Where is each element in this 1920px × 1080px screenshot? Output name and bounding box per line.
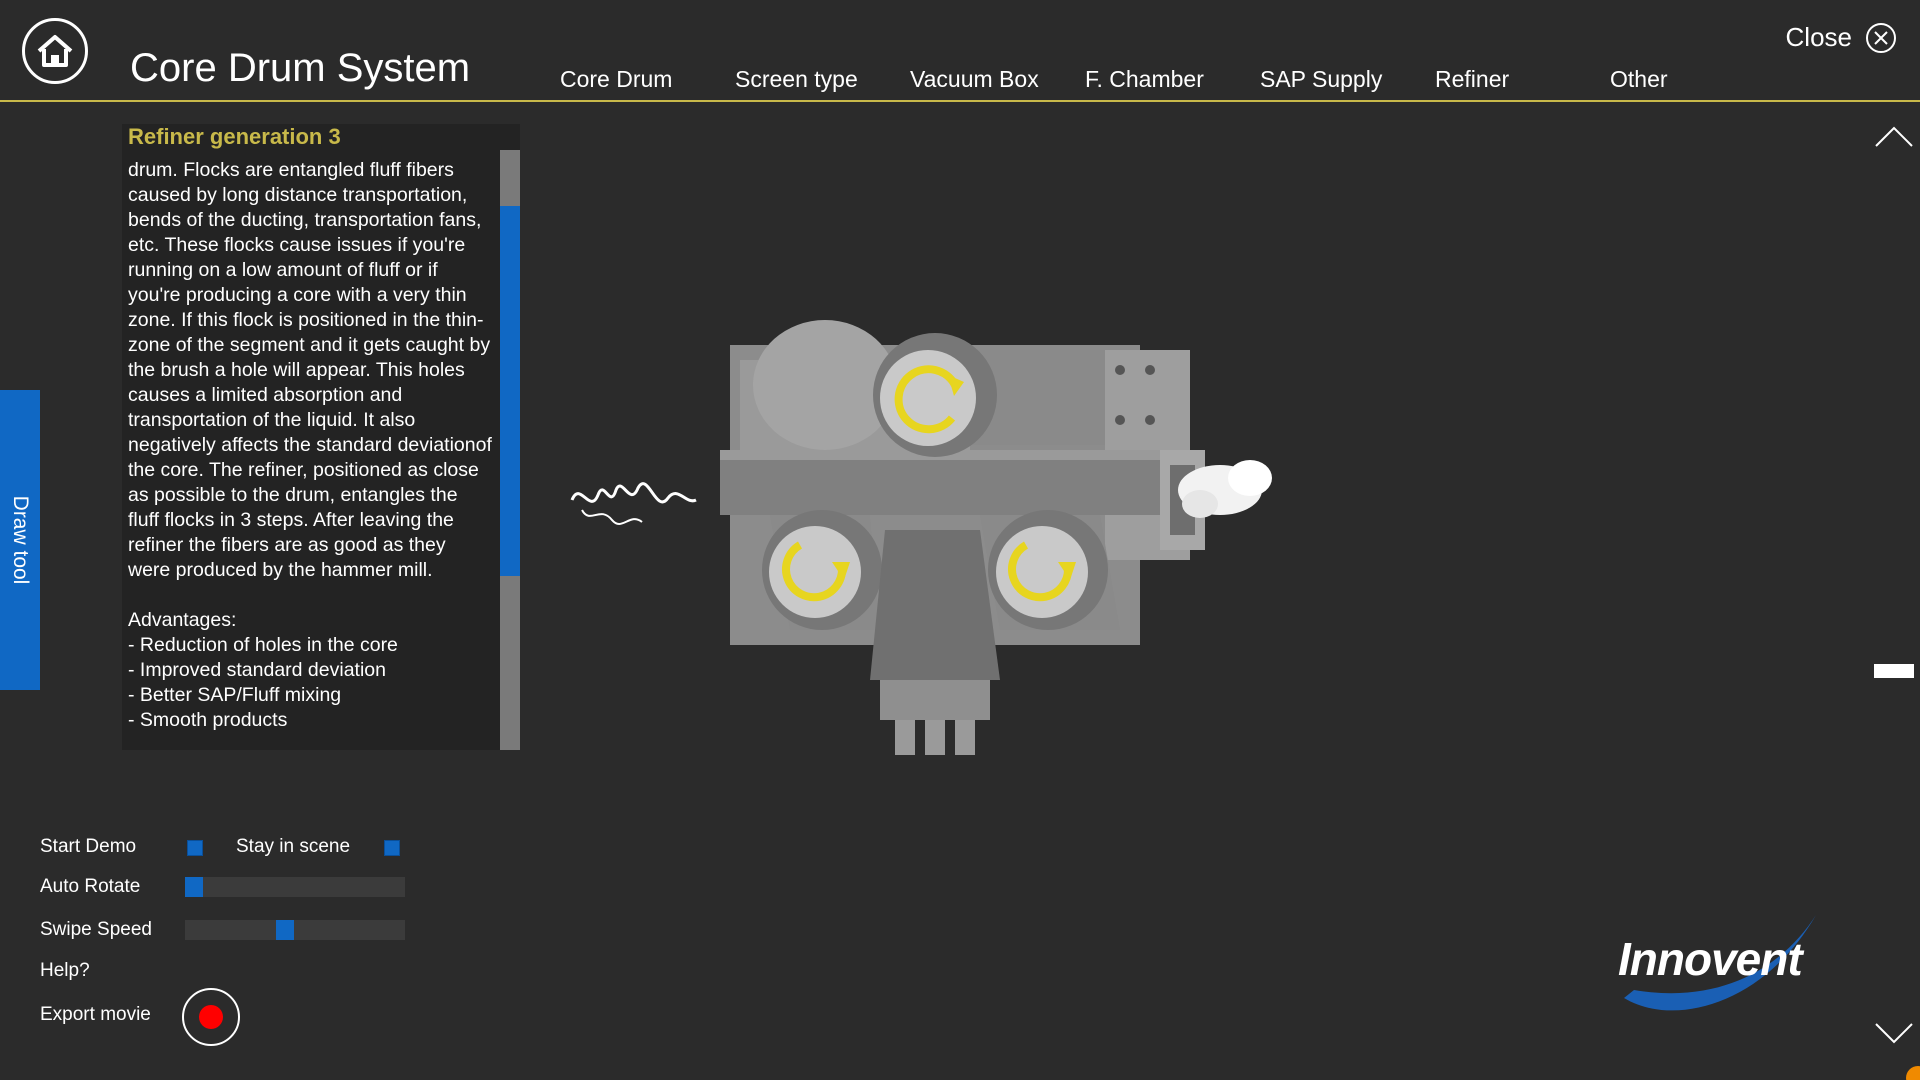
home-icon [37,35,73,67]
swipe-speed-label: Swipe Speed [40,919,152,940]
export-movie-button[interactable] [182,988,240,1046]
panel-scroll-thumb[interactable] [500,206,520,576]
machine-viewport[interactable] [560,300,1340,770]
draw-tool-tab[interactable]: Draw tool [0,390,40,690]
start-demo-checkbox[interactable] [187,840,203,856]
close-button[interactable]: Close [1786,22,1896,53]
panel-body[interactable]: drum. Flocks are entangled fluff fibers … [128,150,492,750]
auto-rotate-slider[interactable] [185,877,405,897]
tab-core-drum[interactable]: Core Drum [560,66,672,93]
panel-text: drum. Flocks are entangled fluff fibers … [128,159,492,731]
scroll-up-button[interactable] [1874,124,1914,153]
tab-sap-supply[interactable]: SAP Supply [1260,66,1382,93]
stay-in-scene-label: Stay in scene [236,836,351,857]
tab-refiner[interactable]: Refiner [1435,66,1509,93]
corner-indicator [1906,1066,1920,1080]
panel-title: Refiner generation 3 [128,124,341,149]
info-panel: Refiner generation 3 drum. Flocks are en… [122,124,520,750]
draw-tool-label: Draw tool [9,495,32,585]
tab-screen-type[interactable]: Screen type [735,66,858,93]
logo-text: Innovent [1618,933,1803,985]
help-link[interactable]: Help? [40,960,90,982]
swipe-speed-thumb[interactable] [276,920,294,940]
export-movie-label: Export movie [40,1004,151,1025]
app-root: Core Drum System Core Drum Screen type V… [0,0,1920,1080]
side-position-marker[interactable] [1874,664,1914,678]
swipe-speed-slider[interactable] [185,920,405,940]
home-button[interactable] [22,18,88,84]
close-icon [1866,22,1896,53]
record-icon [199,1005,223,1029]
auto-rotate-thumb[interactable] [185,877,203,897]
tab-other[interactable]: Other [1610,66,1668,93]
innovent-logo: Innovent [1614,910,1824,1020]
close-label: Close [1785,22,1852,52]
chevron-down-icon [1875,1023,1913,1044]
panel-scrollbar[interactable] [500,150,520,750]
chevron-up-icon [1875,126,1913,147]
app-title: Core Drum System [130,46,471,90]
tab-f-chamber[interactable]: F. Chamber [1085,66,1204,93]
refiner-machine-render [570,320,1272,755]
auto-rotate-label: Auto Rotate [40,876,141,897]
start-demo-label: Start Demo [40,836,137,857]
tab-vacuum-box[interactable]: Vacuum Box [910,66,1039,93]
scroll-down-button[interactable] [1874,1022,1914,1051]
top-bar: Core Drum System Core Drum Screen type V… [0,0,1920,102]
stay-in-scene-checkbox[interactable] [384,840,400,856]
